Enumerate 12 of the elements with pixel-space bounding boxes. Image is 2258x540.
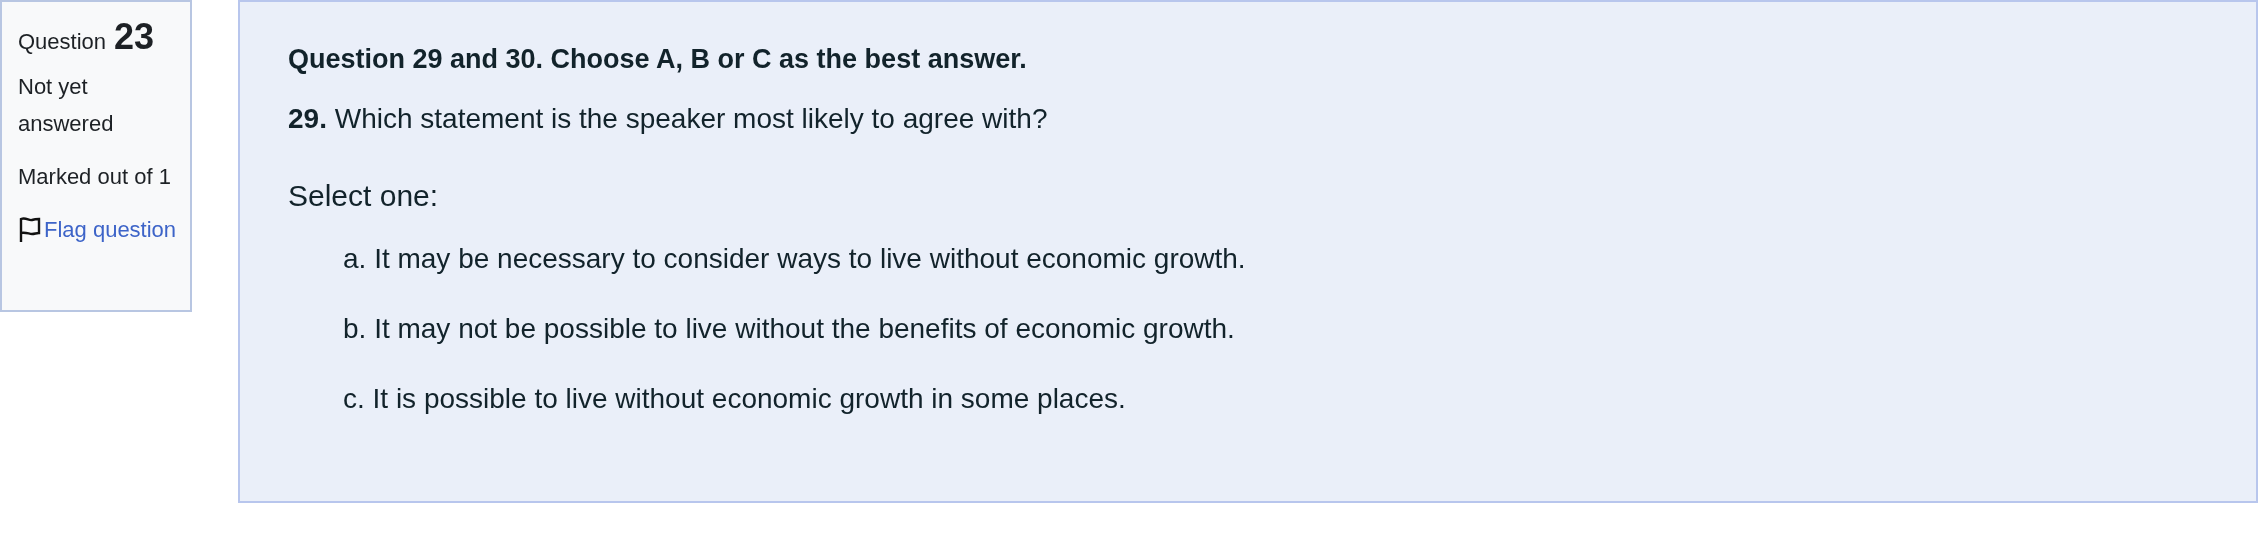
flag-icon[interactable]: [18, 214, 42, 242]
question-text: 29. Which statement is the speaker most likely to agree with?: [288, 103, 1049, 135]
question-heading: Question 29 and 30. Choose A, B or C as the best answer.: [288, 44, 1028, 75]
question-label: Question: [18, 29, 107, 55]
select-instruction: Select one:: [288, 179, 440, 213]
answer-option[interactable]: a. It may be necessary to consider ways to live without economic growth.: [343, 243, 2256, 275]
marks-text: Marked out of 1: [18, 163, 172, 191]
answer-option[interactable]: b. It may not be possible to live without the benefits of economic growth.: [343, 313, 2256, 345]
question-number: 23: [114, 16, 155, 58]
answer-option[interactable]: c. It is possible to live without economic growth in some places.: [343, 383, 2256, 415]
answer-status: Not yet answered: [18, 73, 115, 138]
flag-question-link[interactable]: Flag question: [44, 217, 177, 242]
